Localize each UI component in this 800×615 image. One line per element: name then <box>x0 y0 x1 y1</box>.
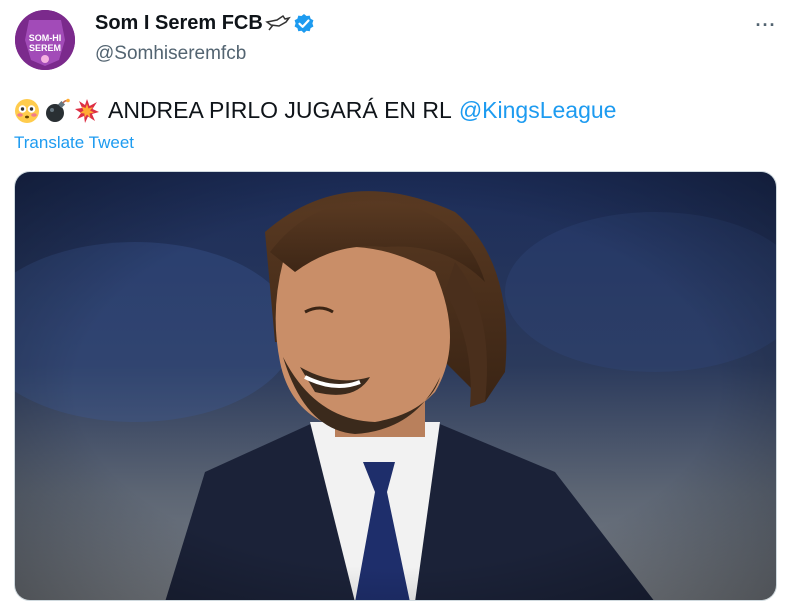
collision-emoji-icon <box>74 98 100 124</box>
avatar-text-2: SEREM <box>29 43 61 53</box>
translate-tweet-link[interactable]: Translate Tweet <box>14 133 134 153</box>
avatar[interactable]: SOM-HI SEREM <box>15 10 75 70</box>
handle[interactable]: @Somhiseremfcb <box>95 43 246 65</box>
photo-illustration <box>15 172 776 600</box>
tweet-text: ANDREA PIRLO JUGARÁ EN RL @KingsLeague <box>14 97 616 124</box>
tweet-text-body: ANDREA PIRLO JUGARÁ EN RL <box>108 97 452 123</box>
more-options-button[interactable]: ··· <box>748 10 784 40</box>
flushed-face-emoji-icon <box>14 98 40 124</box>
verified-badge-icon[interactable] <box>293 13 315 35</box>
tweet-media-photo[interactable] <box>14 171 777 601</box>
mention-link[interactable]: @KingsLeague <box>459 97 617 124</box>
bird-icon <box>265 14 291 34</box>
display-name-row[interactable]: Som I Serem FCB <box>95 12 315 35</box>
avatar-text-1: SOM-HI <box>29 33 62 43</box>
bomb-emoji-icon <box>44 98 70 124</box>
display-name[interactable]: Som I Serem FCB <box>95 12 263 35</box>
